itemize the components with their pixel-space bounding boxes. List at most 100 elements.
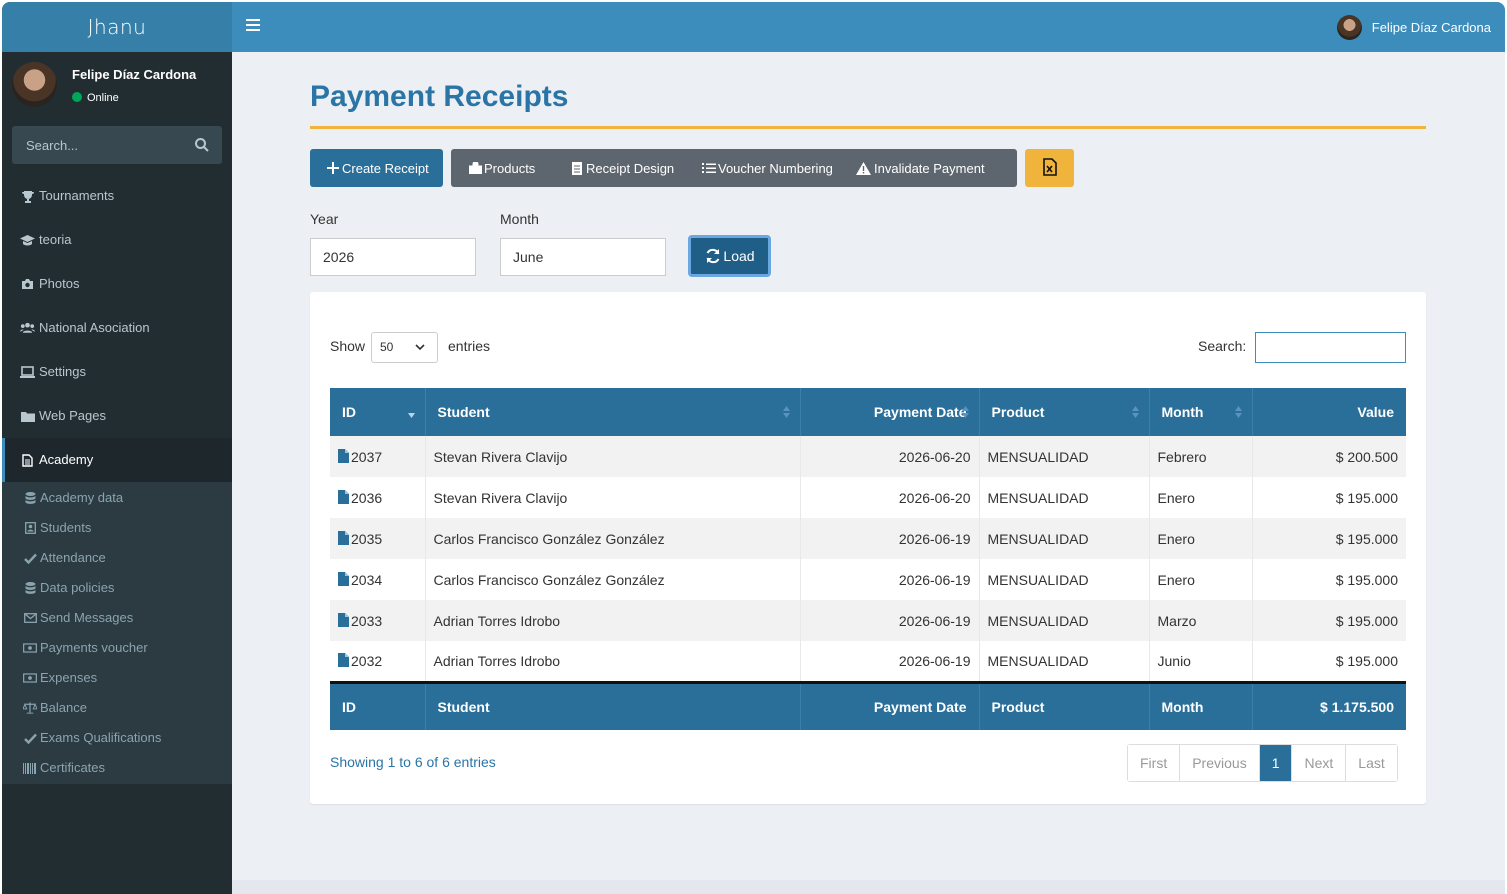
submenu-item-exams-qualifications[interactable]: Exams Qualifications bbox=[2, 723, 232, 753]
footer-bar bbox=[232, 880, 1505, 894]
user-status: Online bbox=[72, 92, 119, 104]
submenu-item-certificates[interactable]: Certificates bbox=[2, 753, 232, 783]
file-icon[interactable] bbox=[338, 571, 349, 586]
submenu-item-attendance[interactable]: Attendance bbox=[2, 543, 232, 573]
pagination-last[interactable]: Last bbox=[1346, 745, 1397, 781]
year-input[interactable] bbox=[310, 238, 476, 276]
users-icon bbox=[20, 322, 35, 335]
export-excel-button[interactable] bbox=[1025, 149, 1074, 187]
sidebar-item-academy[interactable]: Academy bbox=[2, 438, 232, 482]
title-divider bbox=[310, 126, 1426, 129]
create-receipt-button[interactable]: Create Receipt bbox=[310, 149, 443, 187]
menu-toggle-icon[interactable] bbox=[246, 19, 260, 33]
id-card-icon bbox=[23, 522, 37, 534]
pagination-next[interactable]: Next bbox=[1292, 745, 1347, 781]
table-row[interactable]: 2033 Adrian Torres Idrobo 2026-06-19 MEN… bbox=[330, 600, 1406, 641]
sidebar-search-input[interactable] bbox=[12, 126, 222, 164]
file-icon[interactable] bbox=[338, 489, 349, 504]
sort-desc-icon bbox=[407, 413, 415, 418]
cell-month: Febrero bbox=[1149, 436, 1253, 477]
file-icon[interactable] bbox=[338, 652, 349, 667]
app-window: Jhanu Felipe Díaz Cardona Online Tournam… bbox=[2, 2, 1505, 894]
cell-student: Adrian Torres Idrobo bbox=[425, 641, 801, 682]
cell-product: MENSUALIDAD bbox=[979, 518, 1150, 559]
table-row[interactable]: 2034 Carlos Francisco González González … bbox=[330, 559, 1406, 600]
cell-id: 2037 bbox=[351, 448, 383, 465]
column-header-product[interactable]: Product bbox=[979, 388, 1150, 436]
sidebar-item-photos[interactable]: Photos bbox=[2, 262, 232, 306]
year-label: Year bbox=[310, 211, 339, 227]
page-title: Payment Receipts bbox=[310, 80, 569, 113]
pagination-first[interactable]: First bbox=[1128, 745, 1181, 781]
column-header-value[interactable]: Value bbox=[1252, 388, 1406, 436]
sort-icon bbox=[961, 406, 969, 418]
brand-logo[interactable]: Jhanu bbox=[2, 2, 232, 52]
submenu-item-expenses[interactable]: Expenses bbox=[2, 663, 232, 693]
user-menu[interactable]: Felipe Díaz Cardona bbox=[1336, 15, 1491, 40]
month-input[interactable] bbox=[500, 238, 666, 276]
month-label: Month bbox=[500, 211, 539, 227]
sidebar-item-settings[interactable]: Settings bbox=[2, 350, 232, 394]
cell-month: Enero bbox=[1149, 477, 1253, 518]
column-header-month[interactable]: Month bbox=[1149, 388, 1253, 436]
sidebar-item-teoria[interactable]: teoria bbox=[2, 218, 232, 262]
submenu-item-students[interactable]: Students bbox=[2, 513, 232, 543]
load-button[interactable]: Load bbox=[688, 235, 771, 277]
cell-payment-date: 2026-06-19 bbox=[800, 518, 980, 559]
invalidate-payment-label: Invalidate Payment bbox=[874, 160, 985, 176]
file-icon[interactable] bbox=[338, 530, 349, 545]
sidebar-item-label: National Asociation bbox=[39, 320, 150, 335]
receipt-design-button[interactable]: Receipt Design bbox=[564, 149, 689, 187]
table-search-input[interactable] bbox=[1255, 332, 1406, 363]
receipts-table: ID Student Payment Date Product Month Va… bbox=[330, 388, 1406, 730]
column-header-id[interactable]: ID bbox=[330, 388, 426, 436]
academy-submenu: Academy data Students Attendance Data po… bbox=[2, 482, 232, 784]
sidebar-search bbox=[12, 126, 222, 164]
cell-student: Carlos Francisco González González bbox=[425, 518, 801, 559]
search-icon[interactable] bbox=[194, 137, 210, 153]
sidebar-item-tournaments[interactable]: Tournaments bbox=[2, 174, 232, 218]
check-icon bbox=[23, 732, 37, 744]
file-icon[interactable] bbox=[338, 612, 349, 627]
user-name: Felipe Díaz Cardona bbox=[72, 67, 197, 82]
main-content: Payment Receipts Create Receipt Products… bbox=[232, 52, 1505, 882]
page-size-select[interactable]: 50 bbox=[371, 332, 438, 363]
pagination-page-1[interactable]: 1 bbox=[1259, 745, 1293, 781]
submenu-item-academy-data[interactable]: Academy data bbox=[2, 483, 232, 513]
voucher-numbering-button[interactable]: Voucher Numbering bbox=[689, 149, 855, 187]
pagination-previous[interactable]: Previous bbox=[1180, 745, 1260, 781]
cell-student: Carlos Francisco González González bbox=[425, 559, 801, 600]
submenu-item-payments-voucher[interactable]: Payments voucher bbox=[2, 633, 232, 663]
cell-value: $ 195.000 bbox=[1252, 518, 1406, 559]
file-icon[interactable] bbox=[338, 448, 349, 463]
cell-id: 2033 bbox=[351, 612, 383, 629]
table-row[interactable]: 2032 Adrian Torres Idrobo 2026-06-19 MEN… bbox=[330, 641, 1406, 682]
submenu-item-label: Certificates bbox=[40, 760, 106, 775]
table-row[interactable]: 2037 Stevan Rivera Clavijo 2026-06-20 ME… bbox=[330, 436, 1406, 477]
trophy-icon bbox=[20, 190, 35, 203]
cell-value: $ 200.500 bbox=[1252, 436, 1406, 477]
cell-student: Stevan Rivera Clavijo bbox=[425, 436, 801, 477]
submenu-item-label: Academy data bbox=[40, 490, 124, 505]
cell-month: Enero bbox=[1149, 559, 1253, 600]
cell-id: 2036 bbox=[351, 489, 383, 506]
invalidate-payment-button[interactable]: Invalidate Payment bbox=[855, 149, 985, 187]
submenu-item-send-messages[interactable]: Send Messages bbox=[2, 603, 232, 633]
cell-student: Stevan Rivera Clavijo bbox=[425, 477, 801, 518]
sidebar-item-national-asociation[interactable]: National Asociation bbox=[2, 306, 232, 350]
load-label: Load bbox=[723, 248, 755, 264]
column-header-payment-date[interactable]: Payment Date bbox=[800, 388, 980, 436]
sidebar-item-web-pages[interactable]: Web Pages bbox=[2, 394, 232, 438]
cell-month: Enero bbox=[1149, 518, 1253, 559]
column-label: Student bbox=[437, 404, 490, 420]
products-button[interactable]: Products bbox=[451, 149, 564, 187]
table-row[interactable]: 2036 Stevan Rivera Clavijo 2026-06-20 ME… bbox=[330, 477, 1406, 518]
sidebar-menu: Tournaments teoria Photos National Asoci… bbox=[2, 174, 232, 784]
submenu-item-balance[interactable]: Balance bbox=[2, 693, 232, 723]
pagination: First Previous 1 Next Last bbox=[1127, 744, 1398, 782]
column-header-student[interactable]: Student bbox=[425, 388, 801, 436]
chevron-down-icon bbox=[415, 344, 425, 351]
products-label: Products bbox=[484, 160, 536, 176]
submenu-item-data-policies[interactable]: Data policies bbox=[2, 573, 232, 603]
table-row[interactable]: 2035 Carlos Francisco González González … bbox=[330, 518, 1406, 559]
